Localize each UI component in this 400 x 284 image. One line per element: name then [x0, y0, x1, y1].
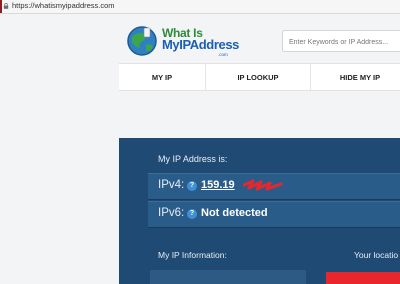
question-icon[interactable]: ? — [187, 181, 197, 191]
ip-panel-edge — [119, 138, 148, 284]
ip-information-label: My IP Information: — [158, 250, 227, 260]
tab-my-ip-label: MY IP — [151, 72, 173, 82]
ip-information-box — [150, 270, 306, 284]
search-input[interactable] — [283, 31, 400, 54]
main-nav: MY IP IP LOOKUP HIDE MY IP — [119, 63, 400, 91]
lock-icon — [3, 3, 9, 9]
url-text[interactable]: https://whatismyipaddress.com — [12, 1, 115, 10]
tab-ip-lookup[interactable]: IP LOOKUP — [206, 64, 311, 90]
tab-my-ip[interactable]: MY IP — [119, 64, 206, 90]
ipv6-row: IPv6: ? Not detected — [148, 201, 400, 228]
logo-text-line2: MyIPAddress — [162, 37, 239, 52]
ipv6-value: Not detected — [201, 207, 268, 219]
logo-dotcom: .com — [218, 52, 228, 57]
browser-address-bar[interactable]: https://whatismyipaddress.com — [0, 0, 400, 14]
ipv6-label: IPv6: — [158, 207, 185, 219]
search-box — [282, 30, 400, 54]
window-edge — [0, 0, 2, 13]
ipv4-value[interactable]: 159.19 — [201, 179, 235, 191]
ip-heading: My IP Address is: — [158, 154, 228, 164]
tab-ip-lookup-label: IP LOOKUP — [237, 72, 279, 82]
tab-hide-my-ip-label: HIDE MY IP — [339, 72, 381, 82]
red-action-button[interactable] — [326, 272, 400, 284]
site-logo[interactable]: What Is MyIPAddress .com — [126, 23, 239, 57]
globe-icon — [127, 26, 157, 56]
tab-hide-my-ip[interactable]: HIDE MY IP — [311, 64, 400, 90]
ipv4-label: IPv4: — [158, 179, 185, 191]
location-label: Your locatio — [354, 250, 399, 260]
redaction-scribble — [243, 179, 283, 191]
question-icon[interactable]: ? — [187, 209, 197, 219]
